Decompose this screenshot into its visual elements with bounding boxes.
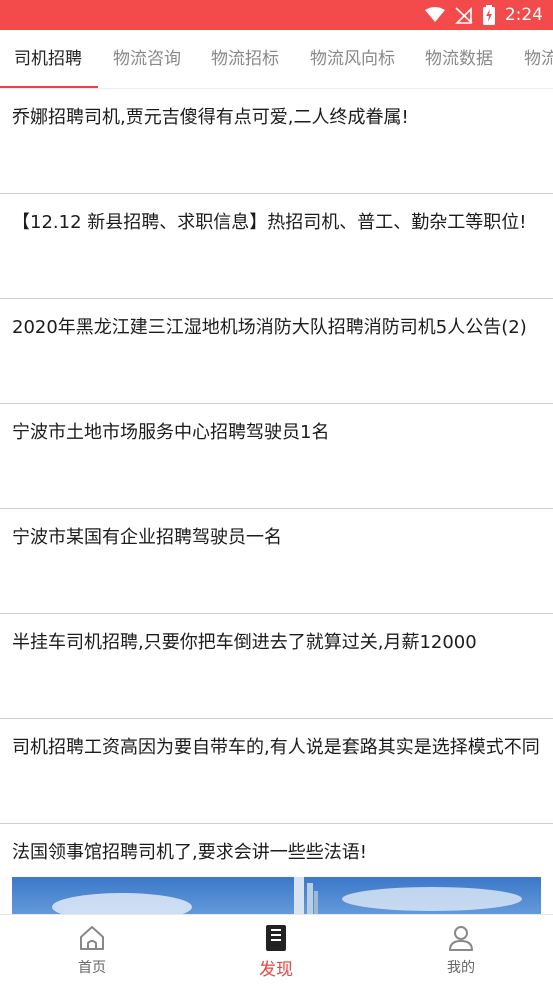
article-title: 半挂车司机招聘,只要你把车倒进去了就算过关,月薪12000 <box>12 632 477 653</box>
nav-profile-label: 我的 <box>447 960 475 976</box>
status-bar: 2:24 <box>0 0 553 30</box>
article-title: 【12.12 新县招聘、求职信息】热招司机、普工、勤杂工等职位! <box>12 212 527 233</box>
article-title: 法国领事馆招聘司机了,要求会讲一些些法语! <box>12 842 367 863</box>
category-tabs: 司机招聘 物流咨询 物流招标 物流风向标 物流数据 物流 <box>0 30 553 89</box>
tab-logistics-more[interactable]: 物流 <box>524 30 553 88</box>
article-title: 2020年黑龙江建三江湿地机场消防大队招聘消防司机5人公告(2) <box>12 317 527 338</box>
list-item[interactable]: 【12.12 新县招聘、求职信息】热招司机、普工、勤杂工等职位! <box>0 194 553 299</box>
tab-logistics-consulting[interactable]: 物流咨询 <box>113 30 181 88</box>
thumbnail-image <box>52 877 522 914</box>
nav-discover[interactable]: 发现 <box>226 915 326 984</box>
tab-logistics-bidding[interactable]: 物流招标 <box>211 30 279 88</box>
wifi-icon <box>424 7 445 22</box>
list-item[interactable]: 宁波市土地市场服务中心招聘驾驶员1名 <box>0 404 553 509</box>
document-icon <box>266 925 286 951</box>
article-title: 宁波市土地市场服务中心招聘驾驶员1名 <box>12 422 330 443</box>
list-item[interactable]: 法国领事馆招聘司机了,要求会讲一些些法语! <box>0 824 553 914</box>
article-list: 乔娜招聘司机,贾元吉傻得有点可爱,二人终成眷属! 【12.12 新县招聘、求职信… <box>0 89 553 914</box>
article-title: 乔娜招聘司机,贾元吉傻得有点可爱,二人终成眷属! <box>12 107 409 128</box>
nav-profile[interactable]: 我的 <box>411 915 511 984</box>
list-item[interactable]: 司机招聘工资高因为要自带车的,有人说是套路其实是选择模式不同 <box>0 719 553 824</box>
status-time: 2:24 <box>504 5 543 25</box>
bottom-nav: 首页 发现 我的 <box>0 914 553 984</box>
battery-charging-icon <box>482 5 495 25</box>
tab-logistics-trends[interactable]: 物流风向标 <box>310 30 395 88</box>
home-icon <box>80 926 104 950</box>
list-item[interactable]: 半挂车司机招聘,只要你把车倒进去了就算过关,月薪12000 <box>0 614 553 719</box>
nav-home[interactable]: 首页 <box>42 915 142 984</box>
article-thumbnail <box>12 877 541 914</box>
article-title: 宁波市某国有企业招聘驾驶员一名 <box>12 527 282 548</box>
status-icons: 2:24 <box>424 4 543 26</box>
active-tab-indicator <box>0 86 98 88</box>
list-item[interactable]: 宁波市某国有企业招聘驾驶员一名 <box>0 509 553 614</box>
list-item[interactable]: 2020年黑龙江建三江湿地机场消防大队招聘消防司机5人公告(2) <box>0 299 553 404</box>
article-title: 司机招聘工资高因为要自带车的,有人说是套路其实是选择模式不同 <box>12 737 540 758</box>
nav-home-label: 首页 <box>78 960 106 976</box>
tab-logistics-data[interactable]: 物流数据 <box>425 30 493 88</box>
no-signal-icon <box>454 7 473 24</box>
tab-driver-recruitment[interactable]: 司机招聘 <box>14 30 82 88</box>
list-item[interactable]: 乔娜招聘司机,贾元吉傻得有点可爱,二人终成眷属! <box>0 89 553 194</box>
user-icon <box>449 926 473 951</box>
nav-discover-label: 发现 <box>259 960 293 980</box>
